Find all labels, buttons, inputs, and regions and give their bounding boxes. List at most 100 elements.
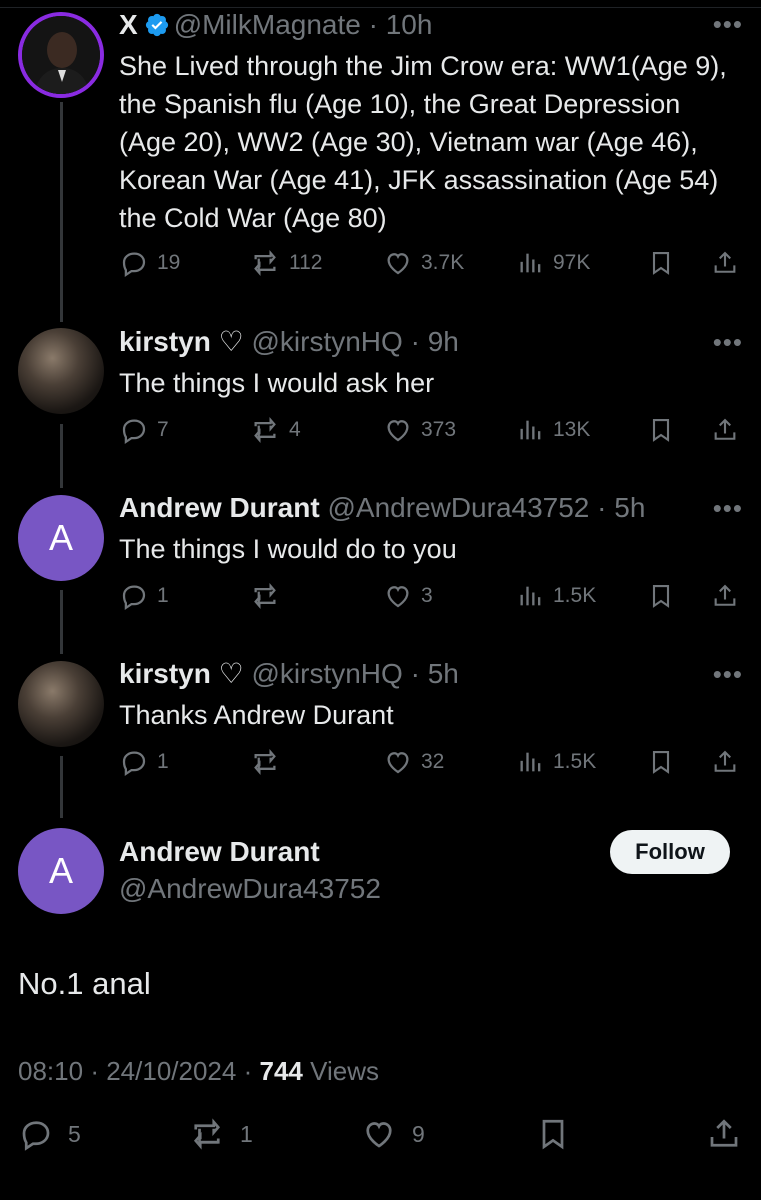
reply-button[interactable]: 1 xyxy=(119,747,169,777)
thread-line xyxy=(60,102,63,322)
thread-line xyxy=(60,424,63,488)
timestamp[interactable]: 5h xyxy=(614,492,645,523)
tweet-header: Andrew Durant @AndrewDura43752 · 5h xyxy=(119,492,646,523)
more-icon[interactable]: ••• xyxy=(713,329,743,355)
repost-button[interactable]: 1 xyxy=(188,1116,253,1152)
display-name[interactable]: Andrew Durant xyxy=(119,492,320,523)
handle[interactable]: @AndrewDura43752 xyxy=(327,492,589,523)
views-count: 13K xyxy=(553,418,591,441)
avatar[interactable]: A xyxy=(18,495,104,581)
views-button[interactable]: 13K xyxy=(517,415,590,445)
reply-button[interactable]: 1 xyxy=(119,581,169,611)
like-icon xyxy=(383,747,413,777)
like-button[interactable]: 3.7K xyxy=(383,248,464,278)
repost-icon xyxy=(188,1116,226,1152)
views-button[interactable]: 97K xyxy=(517,248,590,278)
like-icon xyxy=(383,581,413,611)
avatar[interactable] xyxy=(18,12,104,98)
display-name[interactable]: kirstyn ♡ xyxy=(119,658,244,689)
handle[interactable]: @MilkMagnate xyxy=(174,9,361,40)
share-icon[interactable] xyxy=(711,747,739,777)
views-count: 1.5K xyxy=(553,750,597,773)
tweet-text: Thanks Andrew Durant xyxy=(119,700,394,730)
views-label: Views xyxy=(310,1056,380,1086)
reply-icon xyxy=(119,248,149,278)
like-count: 9 xyxy=(412,1120,425,1147)
like-count: 3.7K xyxy=(421,251,465,274)
tweet-text: No.1 anal xyxy=(18,966,151,1001)
repost-icon xyxy=(249,581,281,611)
main-author: Andrew Durant xyxy=(119,835,320,869)
reply-button[interactable]: 5 xyxy=(18,1116,81,1152)
bookmark-icon[interactable] xyxy=(647,747,675,777)
tweet-header: kirstyn ♡ @kirstynHQ · 5h xyxy=(119,658,459,689)
display-name[interactable]: X xyxy=(119,9,138,40)
verified-icon xyxy=(144,12,170,46)
avatar[interactable] xyxy=(18,661,104,747)
repost-button[interactable]: 112 xyxy=(249,248,322,278)
bookmark-icon[interactable] xyxy=(647,415,675,445)
like-button[interactable]: 373 xyxy=(383,415,456,445)
views-count: 1.5K xyxy=(553,584,597,607)
like-button[interactable]: 32 xyxy=(383,747,444,777)
like-icon xyxy=(360,1116,398,1152)
repost-button[interactable] xyxy=(249,581,289,611)
repost-icon xyxy=(249,415,281,445)
action-bar: 19 112 3.7K 97K xyxy=(119,248,741,284)
repost-count: 112 xyxy=(289,251,323,274)
reply-count: 1 xyxy=(157,750,169,773)
like-button[interactable]: 9 xyxy=(360,1116,425,1152)
bookmark-icon[interactable] xyxy=(647,581,675,611)
like-icon xyxy=(383,415,413,445)
main-handle-row: @AndrewDura43752 xyxy=(119,872,381,906)
avatar[interactable]: A xyxy=(18,828,104,914)
repost-button[interactable] xyxy=(249,747,289,777)
reply-count: 7 xyxy=(157,418,169,441)
thread-line xyxy=(60,590,63,654)
views-icon xyxy=(517,415,545,445)
like-count: 373 xyxy=(421,418,457,441)
share-icon[interactable] xyxy=(711,248,739,278)
share-icon[interactable] xyxy=(706,1116,742,1152)
timestamp[interactable]: 5h xyxy=(428,658,459,689)
reply-button[interactable]: 19 xyxy=(119,248,180,278)
repost-icon xyxy=(249,747,281,777)
repost-button[interactable]: 4 xyxy=(249,415,301,445)
main-action-bar: 5 1 9 xyxy=(18,1116,743,1160)
follow-button[interactable]: Follow xyxy=(610,830,730,874)
thread-line xyxy=(60,756,63,818)
avatar[interactable] xyxy=(18,328,104,414)
action-bar: 7 4 373 13K xyxy=(119,415,741,451)
handle[interactable]: @AndrewDura43752 xyxy=(119,873,381,904)
repost-count: 1 xyxy=(240,1120,253,1147)
more-icon[interactable]: ••• xyxy=(713,661,743,687)
reply-icon xyxy=(18,1116,54,1152)
tweet-time[interactable]: 08:10 xyxy=(18,1056,83,1086)
more-icon[interactable]: ••• xyxy=(713,495,743,521)
handle[interactable]: @kirstynHQ xyxy=(251,326,402,357)
tweet-meta: 08:10 · 24/10/2024 · 744 Views xyxy=(18,1056,380,1086)
views-button[interactable]: 1.5K xyxy=(517,747,596,777)
repost-count: 4 xyxy=(289,418,301,441)
bookmark-icon[interactable] xyxy=(535,1116,571,1152)
bookmark-icon[interactable] xyxy=(647,248,675,278)
views-icon xyxy=(517,747,545,777)
timestamp[interactable]: 9h xyxy=(428,326,459,357)
top-divider xyxy=(0,0,761,8)
views-icon xyxy=(517,581,545,611)
timestamp[interactable]: 10h xyxy=(386,9,433,40)
share-icon[interactable] xyxy=(711,581,739,611)
views-button[interactable]: 1.5K xyxy=(517,581,596,611)
more-icon[interactable]: ••• xyxy=(713,11,743,37)
display-name[interactable]: kirstyn ♡ xyxy=(119,326,244,357)
reply-icon xyxy=(119,747,149,777)
share-icon[interactable] xyxy=(711,415,739,445)
tweet-date[interactable]: 24/10/2024 xyxy=(106,1056,236,1086)
reply-icon xyxy=(119,415,149,445)
like-icon xyxy=(383,248,413,278)
display-name[interactable]: Andrew Durant xyxy=(119,836,320,867)
handle[interactable]: @kirstynHQ xyxy=(251,658,402,689)
like-button[interactable]: 3 xyxy=(383,581,433,611)
reply-button[interactable]: 7 xyxy=(119,415,169,445)
action-bar: 1 3 1.5K xyxy=(119,581,741,617)
